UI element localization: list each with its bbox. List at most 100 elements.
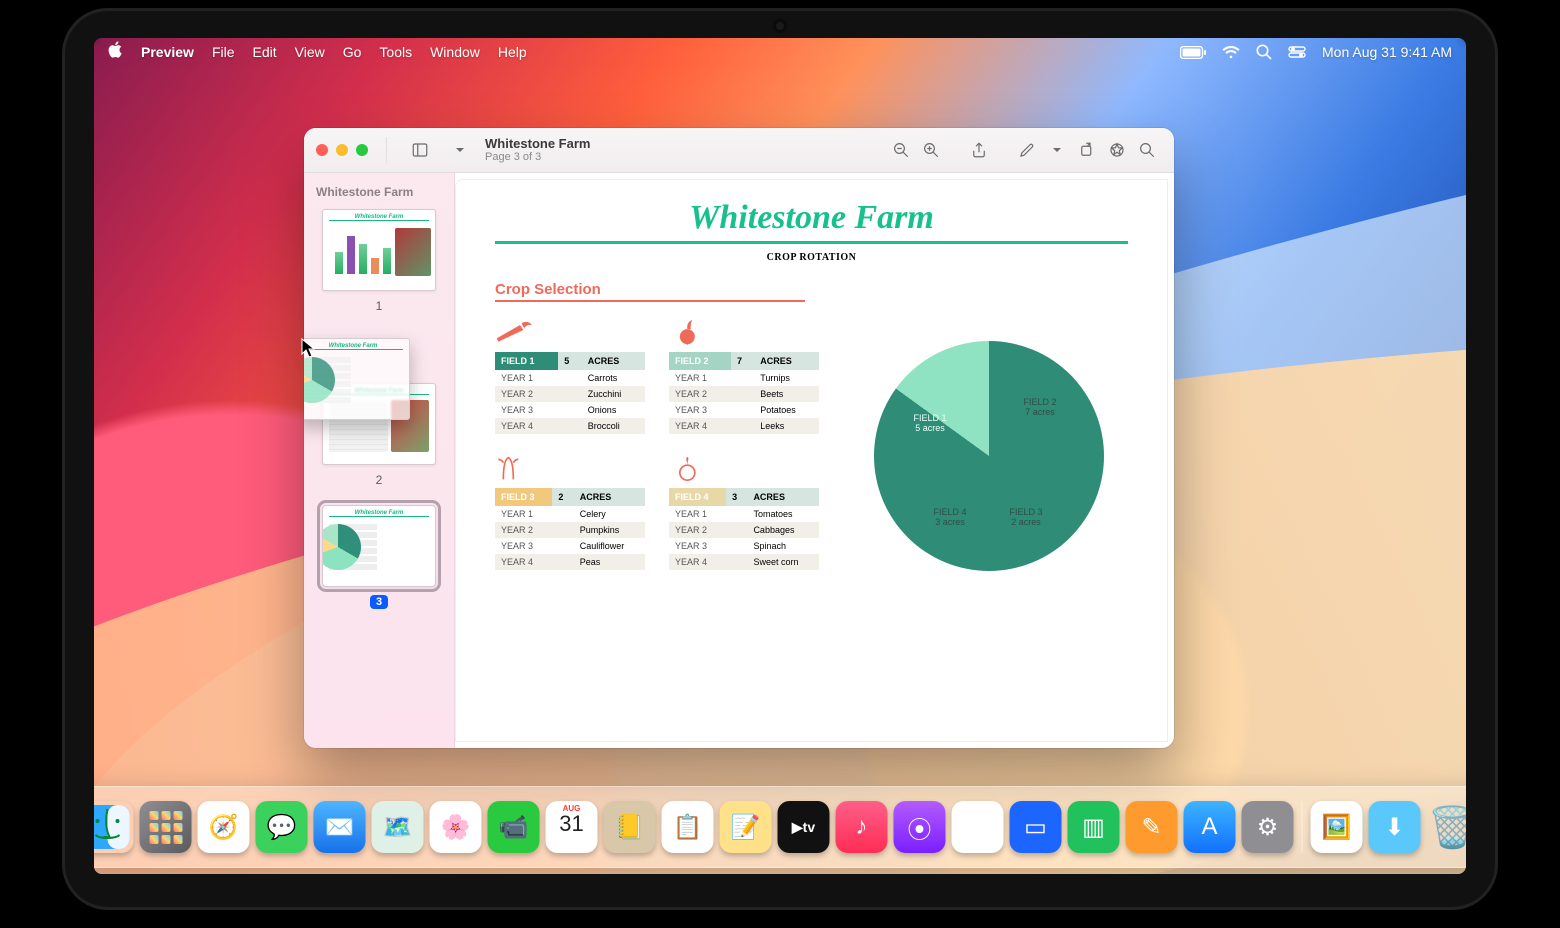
sidebar-view-button[interactable]	[405, 137, 435, 163]
close-window-button[interactable]	[316, 144, 328, 156]
pie-slice-label: FIELD 27 acres	[1024, 397, 1057, 418]
vegetable-icon	[669, 320, 709, 346]
dock-keynote[interactable]: ▭	[1010, 801, 1062, 853]
table-row: YEAR 1Carrots	[495, 370, 645, 386]
dock-separator	[1302, 801, 1303, 853]
dock-messages[interactable]: 💬	[256, 801, 308, 853]
dock-facetime[interactable]: 📹	[488, 801, 540, 853]
table-row: YEAR 2Cabbages	[669, 522, 819, 538]
field-acres: 2	[552, 488, 573, 506]
field-name: FIELD 1	[495, 352, 558, 370]
section-rule	[495, 300, 805, 302]
table-row: YEAR 4Broccoli	[495, 418, 645, 434]
field-table: FIELD 1 5 ACRES YEAR 1Carrots YEAR 2Zucc…	[495, 320, 645, 434]
field-acres-label: ACRES	[574, 488, 645, 506]
menu-tools[interactable]: Tools	[379, 44, 412, 60]
dock-mail[interactable]: ✉️	[314, 801, 366, 853]
share-button[interactable]	[964, 137, 994, 163]
field-acres: 5	[558, 352, 582, 370]
dock-tv[interactable]: ▶tv	[778, 801, 830, 853]
vegetable-icon	[495, 320, 535, 346]
field-acres-label: ACRES	[582, 352, 645, 370]
bezel: Preview File Edit View Go Tools Window H…	[62, 8, 1498, 910]
dock-contacts[interactable]: 📒	[604, 801, 656, 853]
markup-menu[interactable]	[1042, 137, 1072, 163]
table-row: YEAR 1Tomatoes	[669, 506, 819, 522]
thumbnails-sidebar[interactable]: Whitestone Farm Whitestone Farm 1	[304, 173, 455, 748]
highlight-button[interactable]	[1102, 137, 1132, 163]
field-acres: 3	[726, 488, 747, 506]
field-acres: 7	[731, 352, 754, 370]
dock-appstore[interactable]: A	[1184, 801, 1236, 853]
battery-icon[interactable]	[1180, 46, 1206, 59]
sidebar-view-menu[interactable]	[445, 137, 475, 163]
menu-window[interactable]: Window	[430, 44, 480, 60]
dock-notes[interactable]: 📝	[720, 801, 772, 853]
menu-edit[interactable]: Edit	[253, 44, 277, 60]
dock-finder[interactable]	[94, 801, 134, 853]
page-thumbnail[interactable]: Whitestone Farm 3	[304, 505, 454, 609]
dock-maps[interactable]: 🗺️	[372, 801, 424, 853]
field-name: FIELD 3	[495, 488, 552, 506]
table-row: YEAR 4Leeks	[669, 418, 819, 434]
dock-pages[interactable]: ✎	[1126, 801, 1178, 853]
table-row: YEAR 1Celery	[495, 506, 645, 522]
dock-settings[interactable]: ⚙︎	[1242, 801, 1294, 853]
camera-icon	[776, 22, 784, 30]
vegetable-icon	[495, 456, 535, 482]
dock-trash[interactable]: 🗑️	[1427, 801, 1467, 853]
dragged-thumbnail[interactable]: Whitestone Farm 3	[304, 338, 410, 420]
markup-button[interactable]	[1012, 137, 1042, 163]
window-controls	[316, 144, 368, 156]
titlebar[interactable]: Whitestone Farm Page 3 of 3	[304, 128, 1174, 173]
field-name: FIELD 2	[669, 352, 731, 370]
zoom-in-button[interactable]	[916, 137, 946, 163]
control-center-icon[interactable]	[1288, 46, 1306, 58]
menu-help[interactable]: Help	[498, 44, 527, 60]
table-row: YEAR 4Sweet corn	[669, 554, 819, 570]
apple-menu-icon[interactable]	[108, 41, 123, 63]
menubar: Preview File Edit View Go Tools Window H…	[94, 38, 1466, 66]
desktop[interactable]: Preview File Edit View Go Tools Window H…	[94, 38, 1466, 874]
dock-launchpad[interactable]	[140, 801, 192, 853]
search-in-document-button[interactable]	[1132, 137, 1162, 163]
pie-slice-label: FIELD 32 acres	[1010, 507, 1043, 528]
dock-calendar[interactable]: AUG31	[546, 801, 598, 853]
rotate-button[interactable]	[1072, 137, 1102, 163]
menu-go[interactable]: Go	[343, 44, 362, 60]
dock-safari[interactable]: 🧭	[198, 801, 250, 853]
menu-view[interactable]: View	[295, 44, 325, 60]
window-title: Whitestone Farm	[485, 137, 590, 151]
document-view[interactable]: Whitestone Farm CROP ROTATION Crop Selec…	[455, 179, 1168, 742]
menu-file[interactable]: File	[212, 44, 235, 60]
app-name[interactable]: Preview	[141, 44, 194, 60]
spotlight-icon[interactable]	[1256, 44, 1272, 60]
dock-reminders[interactable]: 📋	[662, 801, 714, 853]
dock-preview-doc[interactable]: 🖼️	[1311, 801, 1363, 853]
dock-music[interactable]: ♪	[836, 801, 888, 853]
thumbnail-caption: 1	[376, 299, 383, 313]
minimize-window-button[interactable]	[336, 144, 348, 156]
document-subtitle: CROP ROTATION	[495, 252, 1128, 263]
cursor-icon	[301, 338, 315, 358]
pie-slice-label: FIELD 43 acres	[934, 507, 967, 528]
field-table: FIELD 3 2 ACRES YEAR 1Celery YEAR 2Pumpk…	[495, 456, 645, 570]
dock-downloads[interactable]: ⬇︎	[1369, 801, 1421, 853]
dock-numbers[interactable]: ▥	[1068, 801, 1120, 853]
wifi-icon[interactable]	[1222, 45, 1240, 59]
window-title-block: Whitestone Farm Page 3 of 3	[485, 137, 590, 163]
menubar-clock[interactable]: Mon Aug 31 9:41 AM	[1322, 44, 1452, 60]
field-name: FIELD 4	[669, 488, 726, 506]
page-thumbnail[interactable]: Whitestone Farm 1	[304, 209, 454, 313]
thumbnail-caption: 3	[370, 595, 388, 609]
table-row: YEAR 2Beets	[669, 386, 819, 402]
table-row: YEAR 3Spinach	[669, 538, 819, 554]
dock-news[interactable]: N	[952, 801, 1004, 853]
dock-podcasts[interactable]: ⦿	[894, 801, 946, 853]
zoom-window-button[interactable]	[356, 144, 368, 156]
section-title: Crop Selection	[495, 281, 1128, 298]
pie-slice-label: FIELD 15 acres	[914, 413, 947, 434]
field-acres-label: ACRES	[747, 488, 819, 506]
zoom-out-button[interactable]	[886, 137, 916, 163]
dock-photos[interactable]: 🌸	[430, 801, 482, 853]
